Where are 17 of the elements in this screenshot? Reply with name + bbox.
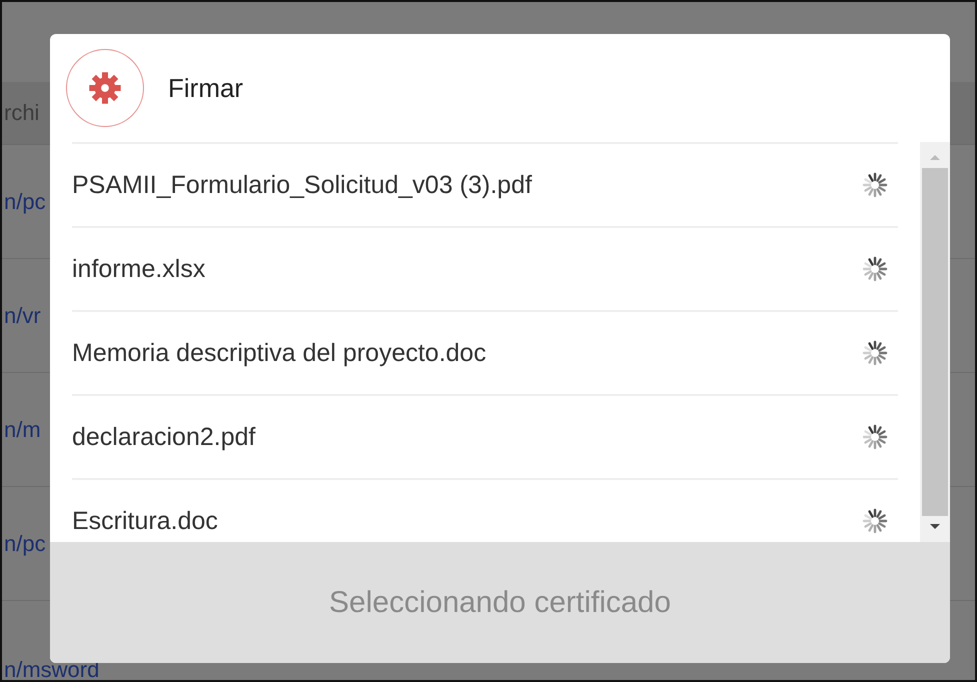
file-name: Escritura.doc <box>72 506 218 536</box>
scroll-up-icon[interactable] <box>928 152 942 162</box>
scroll-down-icon[interactable] <box>928 522 942 532</box>
file-name: PSAMII_Formulario_Solicitud_v03 (3).pdf <box>72 170 532 200</box>
table-link[interactable]: n/pc <box>4 188 46 214</box>
scrollbar-thumb[interactable] <box>922 168 948 516</box>
table-link[interactable]: n/vr <box>4 302 41 328</box>
file-name: Memoria descriptiva del proyecto.doc <box>72 338 486 368</box>
table-link[interactable]: n/pc <box>4 530 46 556</box>
table-link[interactable]: n/m <box>4 416 41 442</box>
status-text: Seleccionando certificado <box>329 586 671 620</box>
dialog-title: Firmar <box>168 72 244 104</box>
gear-icon <box>66 49 144 127</box>
file-name: declaracion2.pdf <box>72 422 256 452</box>
file-name: informe.xlsx <box>72 254 206 284</box>
table-link[interactable]: n/msword <box>4 657 100 680</box>
scrollbar[interactable] <box>920 142 950 542</box>
